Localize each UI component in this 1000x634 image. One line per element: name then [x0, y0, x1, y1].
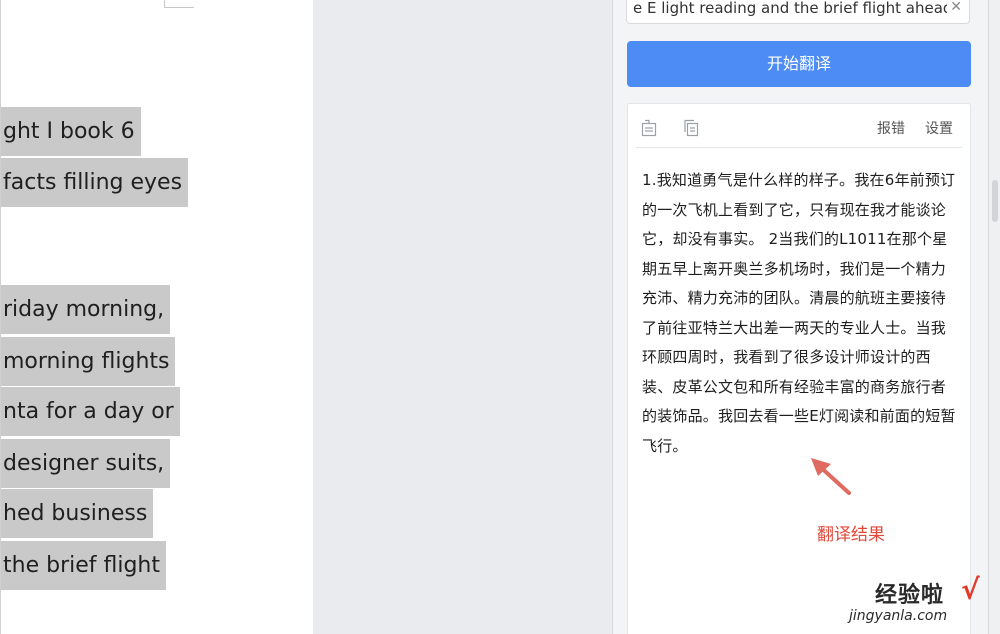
source-text-input[interactable]: e E light reading and the brief flight a…: [626, 0, 970, 24]
highlighted-text-line[interactable]: morning flights: [1, 337, 176, 386]
annotation-label: 翻译结果: [817, 525, 885, 545]
highlighted-text-line[interactable]: the brief flight: [1, 541, 166, 590]
highlighted-text-line[interactable]: hed business: [1, 489, 154, 538]
panel-scrollbar[interactable]: [988, 0, 1000, 634]
highlighted-text-line[interactable]: ght I book 6: [1, 107, 141, 156]
annotation-arrow-icon: [811, 458, 851, 495]
highlighted-text-line[interactable]: nta for a day or: [1, 387, 180, 436]
page-corner-mark: [164, 0, 194, 8]
copy-icon[interactable]: [683, 119, 699, 137]
scrollbar-thumb[interactable]: [992, 180, 998, 222]
paste-icon[interactable]: [641, 119, 657, 137]
watermark-logo: 经验啦 √ jingyanla.com: [843, 573, 993, 631]
highlighted-text-line[interactable]: riday morning,: [1, 285, 171, 334]
checkmark-icon: √: [961, 573, 980, 606]
source-text-value[interactable]: e E light reading and the brief flight a…: [633, 0, 947, 17]
translation-result-text: 1.我知道勇气是什么样的样子。我在6年前预订的一次飞机上看到了它，只有现在我才能…: [642, 171, 956, 455]
translation-result-card: 报错 设置 1.我知道勇气是什么样的样子。我在6年前预订的一次飞机上看到了它，只…: [627, 103, 971, 634]
highlighted-text-line[interactable]: facts filling eyes: [1, 158, 189, 207]
result-toolbar: 报错 设置: [628, 104, 970, 148]
document-gutter: [313, 0, 613, 634]
highlighted-text-line[interactable]: designer suits,: [1, 439, 171, 488]
clear-icon[interactable]: ✕: [950, 0, 962, 15]
report-error-link[interactable]: 报错: [877, 118, 905, 138]
document-page: ght I book 6 facts filling eyes riday mo…: [0, 0, 313, 634]
settings-link[interactable]: 设置: [925, 118, 953, 138]
start-translate-button[interactable]: 开始翻译: [627, 41, 971, 87]
watermark-url: jingyanla.com: [849, 608, 948, 624]
watermark-title: 经验啦: [875, 583, 945, 608]
toolbar-divider: [636, 147, 962, 148]
